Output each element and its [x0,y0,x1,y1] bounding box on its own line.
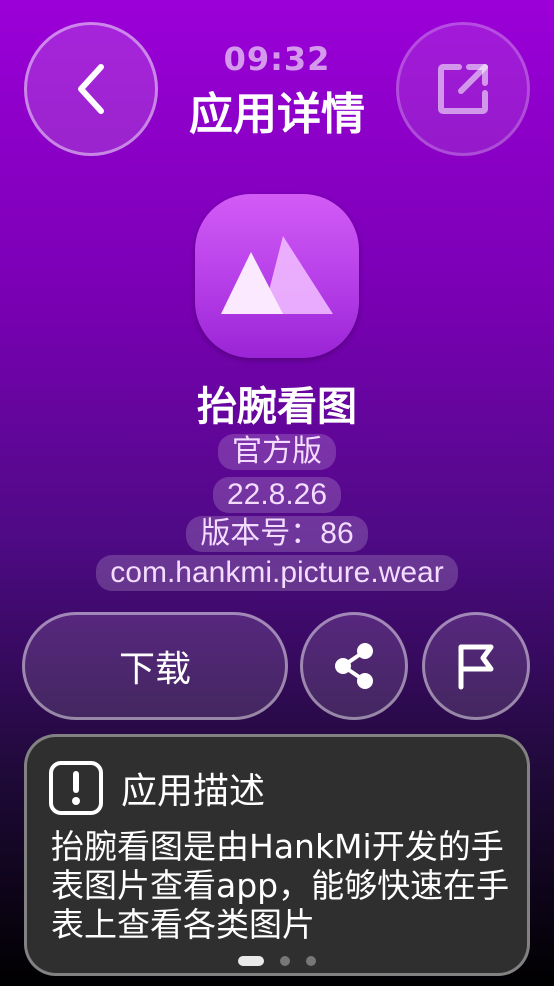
mountains-icon [221,236,333,314]
description-header: 应用描述 [49,761,265,815]
description-title: 应用描述 [121,771,266,812]
version-chip: 22.8.26 [212,477,342,513]
app-detail-screen: 09:32 应用详情 抬腕看图 官方版 22.8.26 版本号：86 com.h… [0,0,554,986]
page-dot-active [238,956,264,966]
report-button[interactable] [422,612,530,720]
share-button[interactable] [300,612,408,720]
page-dot [280,956,290,966]
app-name: 抬腕看图 [197,384,357,430]
flag-icon [458,644,494,690]
share-icon [335,643,373,689]
description-text: 抬腕看图是由HankMi开发的手表图片查看app，能够快速在手表上查看各类图片 [51,827,510,944]
edition-chip: 官方版 [218,434,336,470]
open-external-button[interactable] [396,22,530,156]
description-card: 应用描述 抬腕看图是由HankMi开发的手表图片查看app，能够快速在手表上查看… [24,734,530,976]
app-icon [195,194,359,358]
version-code-chip: 版本号：86 [186,516,368,552]
download-button[interactable]: 下载 [22,612,288,720]
download-label: 下载 [118,649,191,690]
exclamation-icon [49,761,103,815]
package-chip: com.hankmi.picture.wear [96,555,458,591]
page-indicator [0,956,554,966]
page-dot [306,956,316,966]
open-external-icon [438,64,488,114]
